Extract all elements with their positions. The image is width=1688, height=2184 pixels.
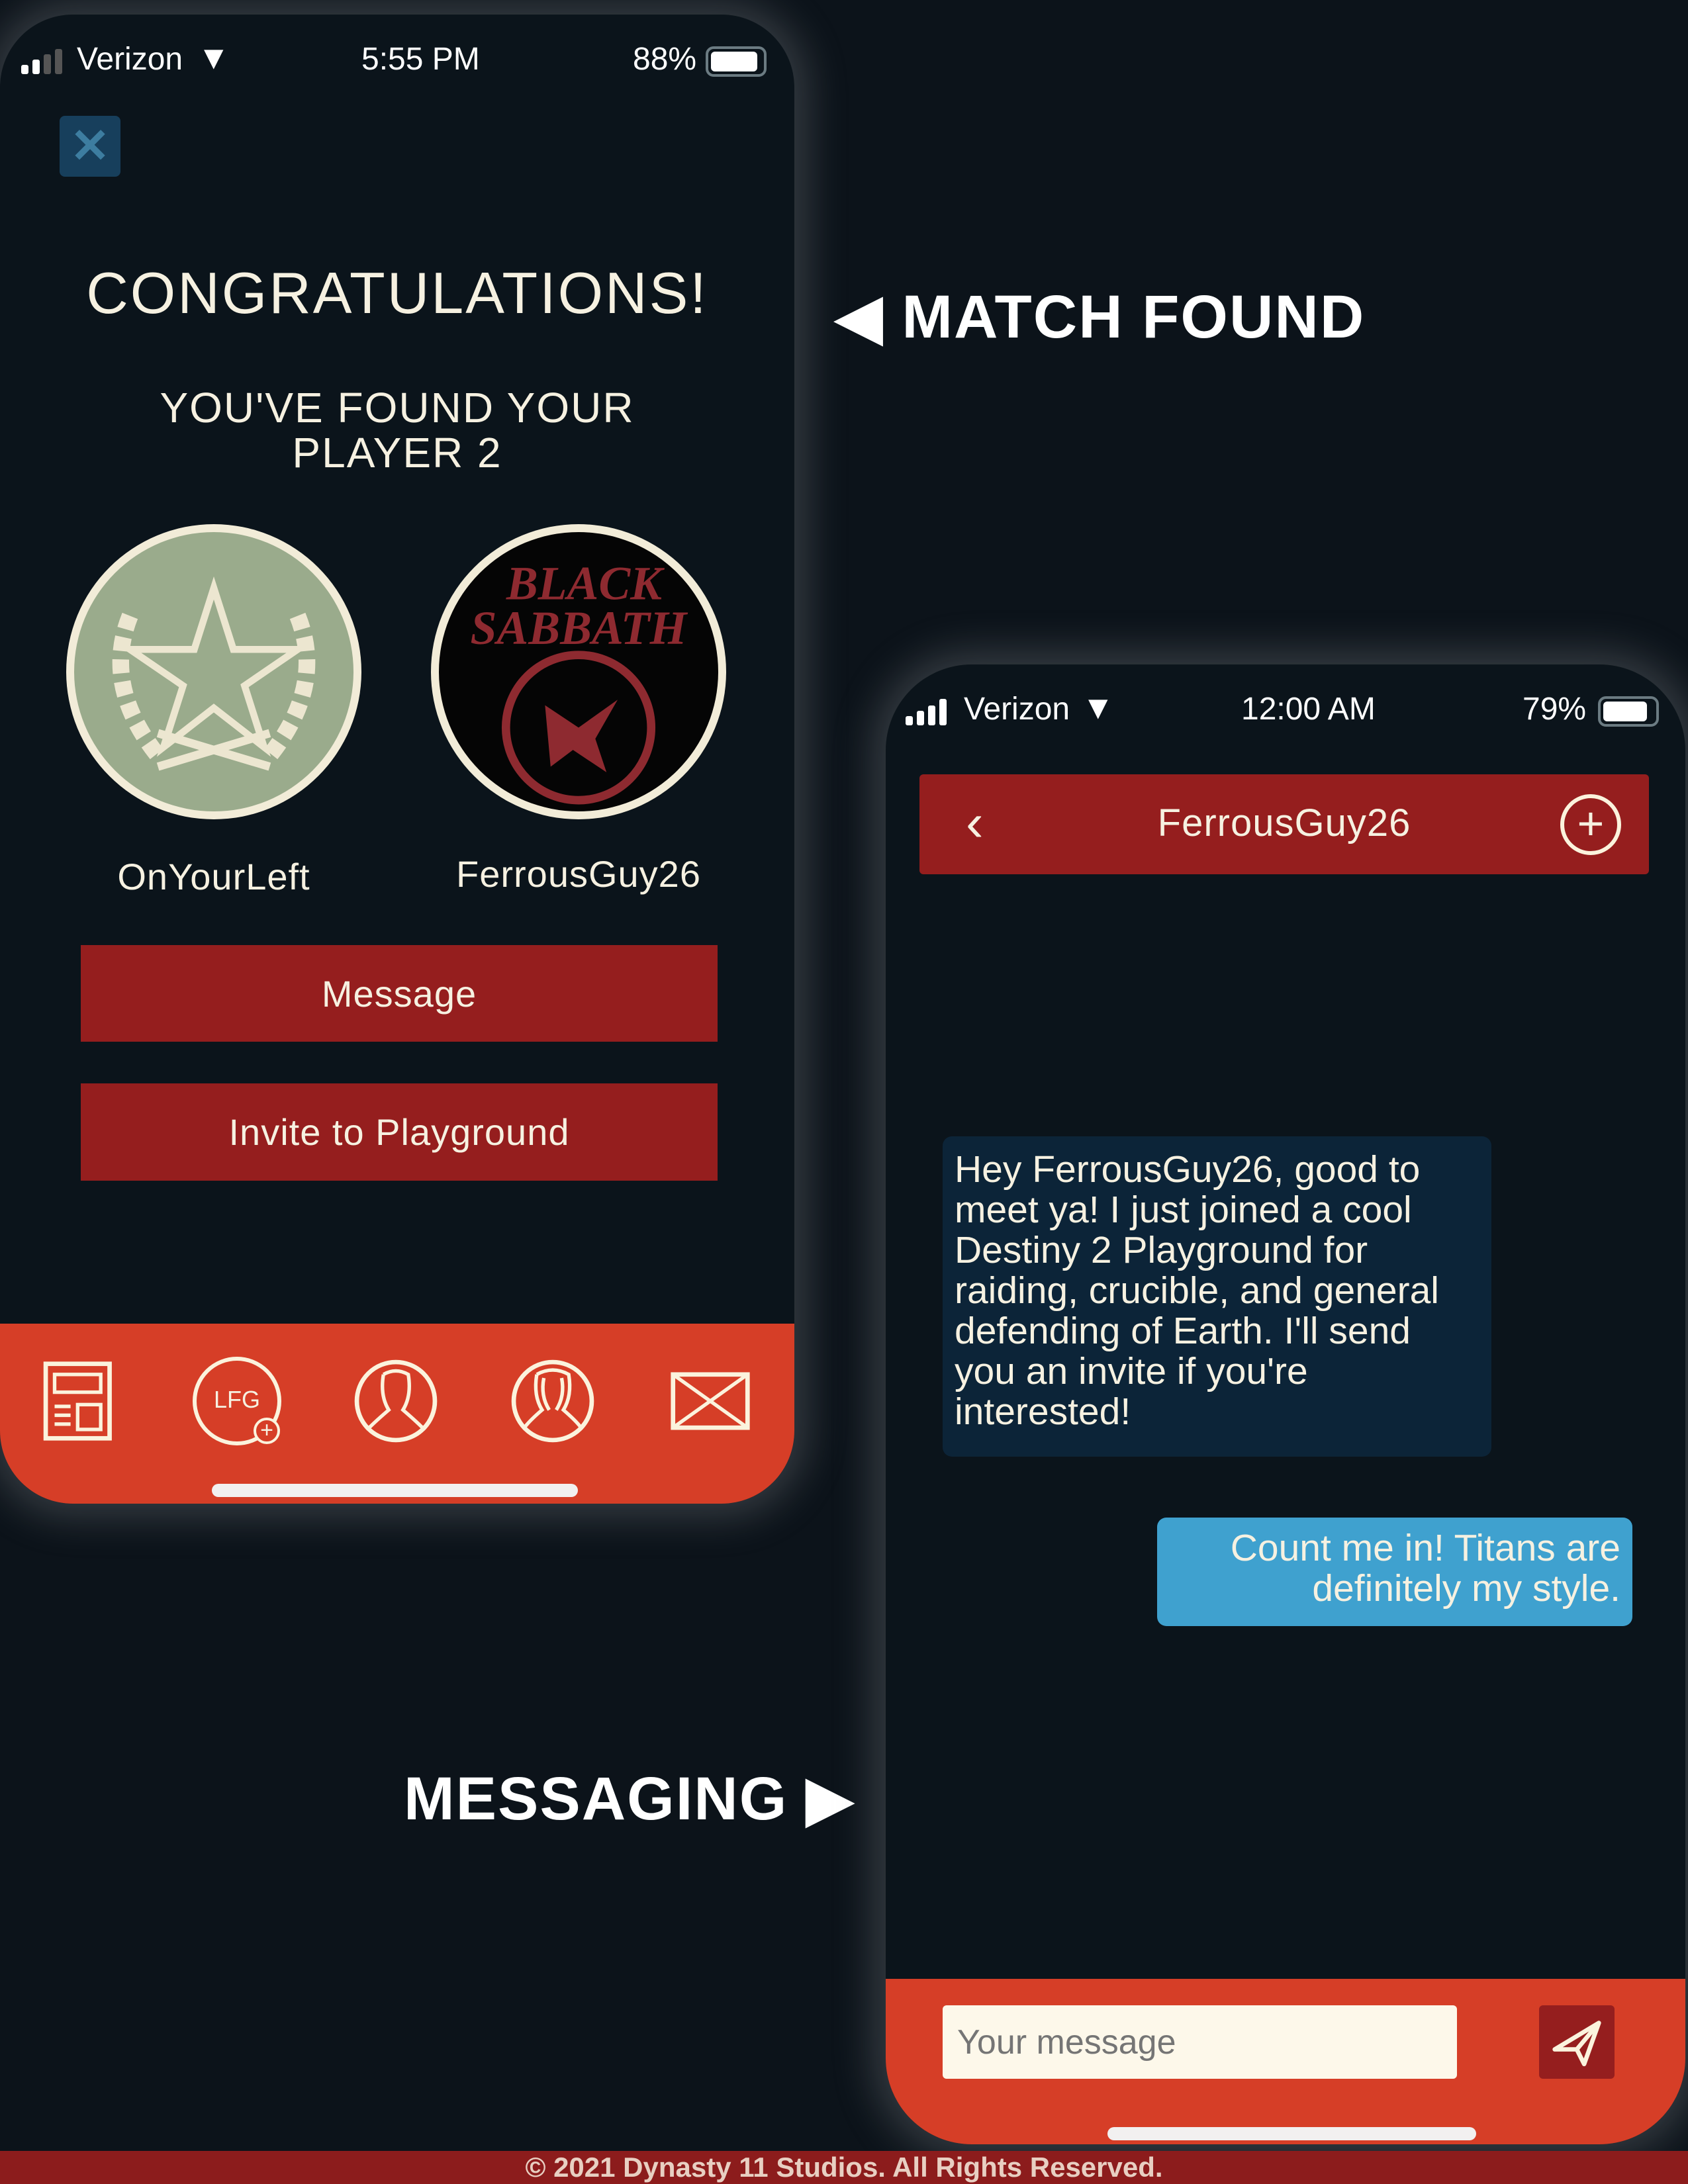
avatar-onyourleft[interactable] xyxy=(66,524,361,819)
time-label: 5:55 PM xyxy=(361,42,480,77)
plus-icon: + xyxy=(254,1418,280,1444)
chat-screen: Verizon ▼ 12:00 AM 79% ‹ FerrousGuy26 + … xyxy=(886,664,1685,2144)
send-icon xyxy=(1552,2021,1601,2067)
subtitle-line: PLAYER 2 xyxy=(292,429,502,477)
chat-title: FerrousGuy26 xyxy=(1157,801,1411,844)
callout-text: MATCH FOUND xyxy=(902,283,1366,351)
battery-icon xyxy=(706,46,767,77)
match-found-screen: Verizon ▼ 5:55 PM 88% ✕ CONGRATULATIONS!… xyxy=(0,15,794,1504)
subtitle-line: YOU'VE FOUND YOUR xyxy=(160,384,635,432)
time-label: 12:00 AM xyxy=(1241,692,1376,727)
send-button[interactable] xyxy=(1539,2005,1615,2079)
copyright-footer: © 2021 Dynasty 11 Studios. All Rights Re… xyxy=(0,2151,1688,2184)
carrier-label: Verizon xyxy=(77,42,183,77)
players-icon[interactable] xyxy=(508,1357,597,1445)
battery-label: 88% xyxy=(633,42,697,77)
invite-to-playground-button[interactable]: Invite to Playground xyxy=(81,1083,718,1181)
status-bar: Verizon ▼ 12:00 AM 79% xyxy=(886,689,1685,731)
wifi-icon: ▼ xyxy=(1082,689,1115,726)
player-icon[interactable] xyxy=(352,1357,440,1445)
player-name: OnYourLeft xyxy=(117,856,310,897)
message-button[interactable]: Message xyxy=(81,945,718,1042)
avatar-ferrousguy26[interactable]: BLACK SABBATH xyxy=(431,524,726,819)
signal-icon xyxy=(906,699,947,725)
sent-message: Count me in! Titans are definitely my st… xyxy=(1157,1518,1632,1626)
arrow-left-icon: ◀ xyxy=(835,283,902,351)
signal-icon xyxy=(21,49,62,74)
wifi-icon: ▼ xyxy=(197,39,230,76)
battery-label: 79% xyxy=(1523,692,1587,727)
congratulations-title: CONGRATULATIONS! xyxy=(86,260,708,326)
lfg-button[interactable]: LFG + xyxy=(193,1357,281,1445)
news-icon[interactable] xyxy=(35,1357,124,1445)
band-logo-icon: BLACK SABBATH xyxy=(439,532,718,811)
carrier-label: Verizon xyxy=(964,692,1070,727)
star-laurel-icon xyxy=(74,532,353,811)
battery-icon xyxy=(1598,696,1659,727)
close-button[interactable]: ✕ xyxy=(60,116,120,177)
message-composer xyxy=(886,1979,1685,2144)
callout-text: MESSAGING xyxy=(404,1765,788,1833)
lfg-label: LFG xyxy=(213,1386,260,1413)
mail-icon[interactable] xyxy=(666,1357,755,1445)
received-message: Hey FerrousGuy26, good to meet ya! I jus… xyxy=(943,1136,1491,1457)
logo-text: SABBATH xyxy=(471,602,688,655)
chat-header: ‹ FerrousGuy26 + xyxy=(919,774,1649,874)
status-bar: Verizon ▼ 5:55 PM 88% xyxy=(0,39,794,81)
close-icon: ✕ xyxy=(70,120,111,173)
message-input[interactable] xyxy=(943,2005,1457,2079)
player-name: FerrousGuy26 xyxy=(456,853,701,895)
home-indicator xyxy=(212,1484,578,1497)
arrow-right-icon: ▶ xyxy=(788,1765,855,1833)
plus-icon: + xyxy=(1577,797,1605,849)
home-indicator xyxy=(1107,2127,1476,2140)
add-button[interactable]: + xyxy=(1560,794,1621,855)
match-found-callout: ◀ MATCH FOUND xyxy=(835,281,1365,352)
messaging-callout: MESSAGING ▶ xyxy=(404,1763,855,1834)
bottom-nav: LFG + xyxy=(0,1324,794,1504)
subtitle: YOU'VE FOUND YOUR PLAYER 2 xyxy=(0,385,794,475)
